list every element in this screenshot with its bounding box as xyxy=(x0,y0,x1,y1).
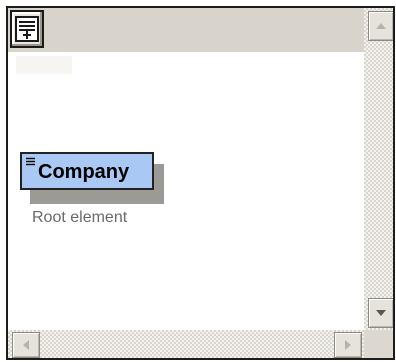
scroll-down-button[interactable] xyxy=(368,298,393,328)
triangle-down-icon xyxy=(376,310,386,316)
scroll-up-button[interactable] xyxy=(368,11,393,41)
element-contents-icon xyxy=(26,157,35,166)
triangle-left-icon xyxy=(23,340,29,350)
root-element-name: Company xyxy=(38,161,130,183)
root-element-box[interactable]: Company xyxy=(20,152,154,190)
scroll-right-button[interactable] xyxy=(334,332,362,358)
design-view-frame: Company Root element xyxy=(6,6,395,360)
triangle-up-icon xyxy=(376,23,386,29)
faint-placeholder xyxy=(16,56,72,74)
top-band xyxy=(8,8,364,52)
overview-panel-icon xyxy=(15,16,39,42)
scroll-left-button[interactable] xyxy=(12,332,40,358)
triangle-right-icon xyxy=(345,340,351,350)
vertical-scrollbar[interactable] xyxy=(364,8,393,330)
scrollbar-corner xyxy=(364,330,393,358)
root-element-annotation: Root element xyxy=(32,209,128,226)
diagram-canvas[interactable]: Company Root element xyxy=(8,52,364,330)
horizontal-scrollbar[interactable] xyxy=(8,330,364,358)
overview-toggle-button[interactable] xyxy=(10,10,44,48)
